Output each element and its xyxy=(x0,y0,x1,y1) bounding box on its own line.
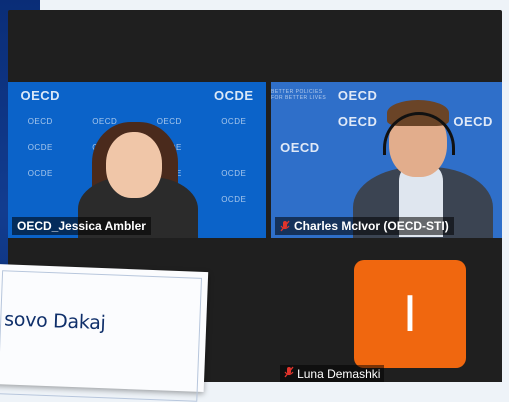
ocde-logo: OCDE xyxy=(221,194,247,204)
oecd-logo: OECD xyxy=(337,113,378,129)
oecd-logo xyxy=(73,82,138,108)
oecd-logo xyxy=(271,160,329,186)
participant-name-label: Luna Demashki xyxy=(280,365,385,382)
ocde-logo: OCDE xyxy=(221,168,247,178)
name-card-border xyxy=(0,270,202,402)
avatar: I xyxy=(354,260,466,368)
tagline-text: BETTER POLICIES FOR BETTER LIVES xyxy=(271,89,327,101)
video-tile-charles[interactable]: BETTER POLICIES FOR BETTER LIVES OECD OE… xyxy=(271,82,502,238)
oecd-logo: OECD xyxy=(453,113,493,129)
name-card-overlay: sovo Dakaj xyxy=(0,263,209,402)
oecd-logo xyxy=(271,108,329,134)
participant-name: Charles McIvor (OECD-STI) xyxy=(294,219,449,233)
participant-name: Luna Demashki xyxy=(297,367,381,381)
ocde-logo: OCDE xyxy=(213,87,254,103)
oecd-logo: OECD xyxy=(20,87,61,103)
participant-name-label: OECD_Jessica Ambler xyxy=(12,217,151,235)
participant-face xyxy=(106,132,162,198)
ocde-logo: OCDE xyxy=(27,142,53,152)
oecd-logo xyxy=(444,82,502,108)
participant-name-label: Charles McIvor (OECD-STI) xyxy=(275,217,454,235)
oecd-logo xyxy=(202,134,267,160)
oecd-logo: OECD xyxy=(337,87,378,103)
participant-name: OECD_Jessica Ambler xyxy=(17,219,146,233)
video-tile-luna[interactable]: I Luna Demashki xyxy=(272,258,502,382)
oecd-logo xyxy=(202,212,267,238)
oecd-logo xyxy=(271,186,329,212)
microphone-muted-icon xyxy=(284,366,297,381)
ocde-logo: OCDE xyxy=(221,116,247,126)
oecd-logo: OECD xyxy=(280,139,320,155)
oecd-logo: OECD xyxy=(27,116,53,126)
ocde-logo: OCDE xyxy=(27,168,53,178)
tagline-text xyxy=(329,134,387,160)
microphone-muted-icon xyxy=(280,220,290,232)
name-card-text: sovo Dakaj xyxy=(3,308,106,335)
video-tile-jessica[interactable]: OECD OCDE OECD OECD OECD OCDE OCDE OCDE … xyxy=(8,82,266,238)
avatar-initial: I xyxy=(402,285,418,343)
oecd-logo xyxy=(8,186,73,212)
oecd-logo xyxy=(137,82,202,108)
